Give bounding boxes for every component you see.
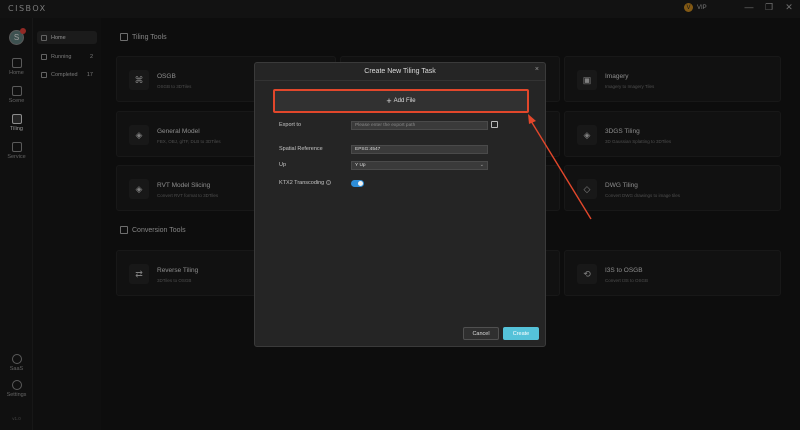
export-label: Export to xyxy=(279,122,302,128)
dialog-title: Create New Tiling Task xyxy=(255,63,545,81)
ktx2-label: KTX2 Transcoding xyxy=(279,180,325,186)
up-select-value: Y Up xyxy=(355,163,366,168)
close-icon[interactable]: × xyxy=(535,66,539,73)
folder-icon[interactable] xyxy=(491,121,498,128)
add-file-button[interactable]: + Add File xyxy=(273,89,529,113)
up-label: Up xyxy=(279,162,287,168)
ktx2-toggle[interactable] xyxy=(351,180,364,187)
chevron-down-icon: ⌄ xyxy=(479,162,484,168)
info-icon[interactable]: i xyxy=(326,180,332,186)
cancel-button[interactable]: Cancel xyxy=(463,327,499,340)
export-path-input[interactable]: Please enter the export path xyxy=(351,121,488,130)
ktx2-label-row: KTX2 Transcoding i xyxy=(279,180,332,186)
up-select[interactable]: Y Up ⌄ xyxy=(351,161,488,170)
add-file-label: Add File xyxy=(393,98,416,104)
toggle-knob xyxy=(358,181,363,186)
spatial-reference-input[interactable]: EPSG:4547 xyxy=(351,145,488,154)
create-button[interactable]: Create xyxy=(503,327,539,340)
create-tiling-task-dialog: Create New Tiling Task × + Add File Expo… xyxy=(254,62,546,347)
plus-icon: + xyxy=(386,95,392,106)
spatial-reference-label: Spatial Reference xyxy=(279,146,323,152)
app-window: CISBOX V VIP — ❐ ✕ S Home Scene Tiling S… xyxy=(0,0,800,430)
